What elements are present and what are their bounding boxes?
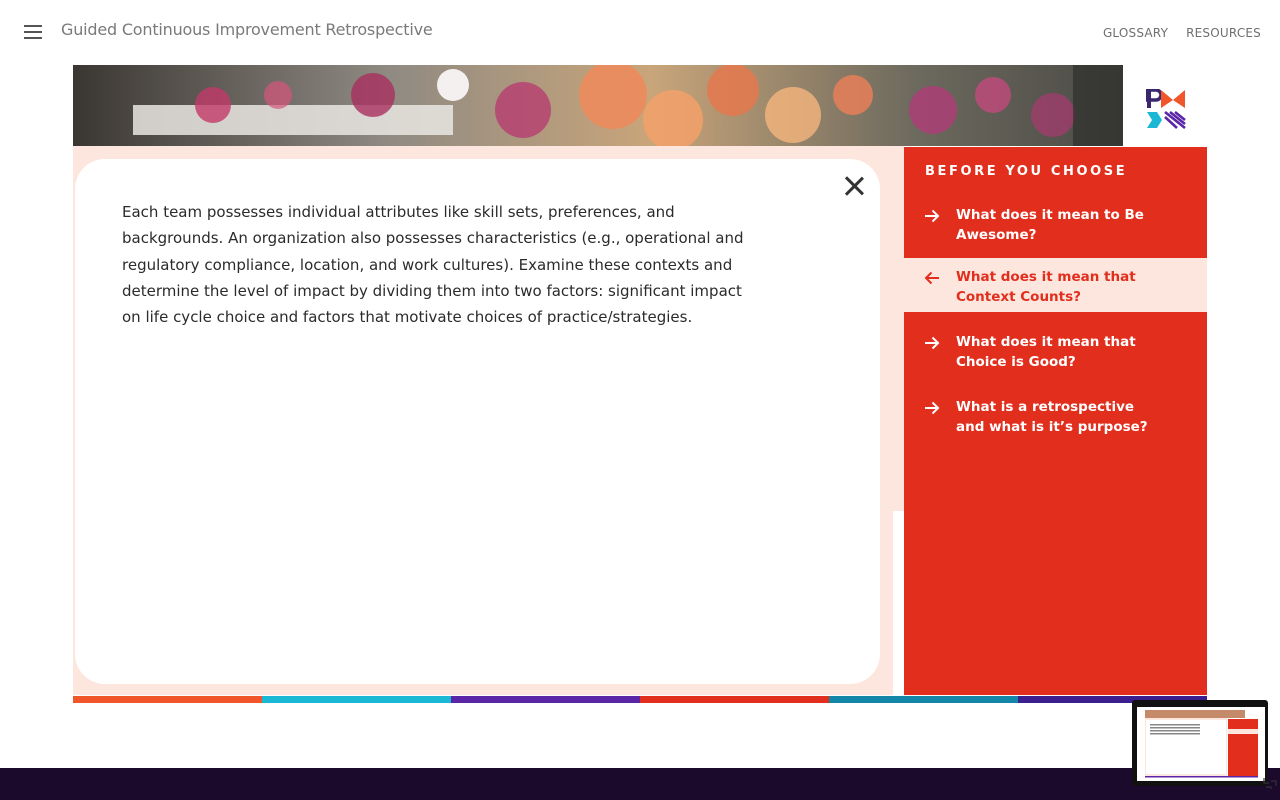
sidebar-item-retrospective-purpose[interactable]: What is a retrospective and what is it’s…	[904, 398, 1207, 442]
top-nav: GLOSSARY RESOURCES	[1103, 26, 1261, 40]
content-background-edge	[893, 146, 904, 511]
sidebar-item-label: What does it mean to Be Awesome?	[956, 207, 1144, 243]
resize-icon[interactable]	[1262, 774, 1278, 790]
sidebar-panel: BEFORE YOU CHOOSE What does it mean to B…	[904, 147, 1207, 695]
sidebar-item-label: What is a retrospective and what is it’s…	[956, 399, 1148, 435]
color-stripe-segment	[640, 696, 829, 703]
top-bar: Guided Continuous Improvement Retrospect…	[0, 0, 1280, 64]
modal-body-text: Each team possesses individual attribute…	[122, 203, 744, 327]
sidebar-item-context-counts[interactable]: What does it mean that Context Counts?	[904, 258, 1207, 312]
arrow-right-icon	[925, 209, 940, 223]
sidebar-item-label: What does it mean that Context Counts?	[956, 269, 1136, 305]
color-stripe-segment	[829, 696, 1018, 703]
color-stripe-segment	[262, 696, 451, 703]
pmi-logo-icon	[1145, 88, 1186, 130]
banner-image	[73, 65, 1123, 146]
sidebar-item-choice-is-good[interactable]: What does it mean that Choice is Good?	[904, 333, 1207, 377]
page-title: Guided Continuous Improvement Retrospect…	[61, 20, 433, 39]
color-stripe-segment	[451, 696, 640, 703]
resources-link[interactable]: RESOURCES	[1186, 26, 1261, 40]
color-stripe-segment	[73, 696, 262, 703]
glossary-link[interactable]: GLOSSARY	[1103, 26, 1168, 40]
hamburger-icon[interactable]	[24, 25, 42, 39]
footer-bar	[0, 768, 1280, 800]
color-stripe-bar	[73, 696, 1207, 703]
arrow-left-icon	[924, 271, 939, 285]
sidebar-item-label: What does it mean that Choice is Good?	[956, 334, 1136, 370]
sidebar-title: BEFORE YOU CHOOSE	[925, 164, 1128, 179]
sidebar-item-be-awesome[interactable]: What does it mean to Be Awesome?	[904, 206, 1207, 258]
minimap-preview[interactable]	[1132, 700, 1268, 786]
minimap-screen	[1137, 707, 1265, 781]
close-icon[interactable]	[843, 175, 865, 197]
arrow-right-icon	[925, 336, 940, 350]
arrow-right-icon	[925, 401, 940, 415]
